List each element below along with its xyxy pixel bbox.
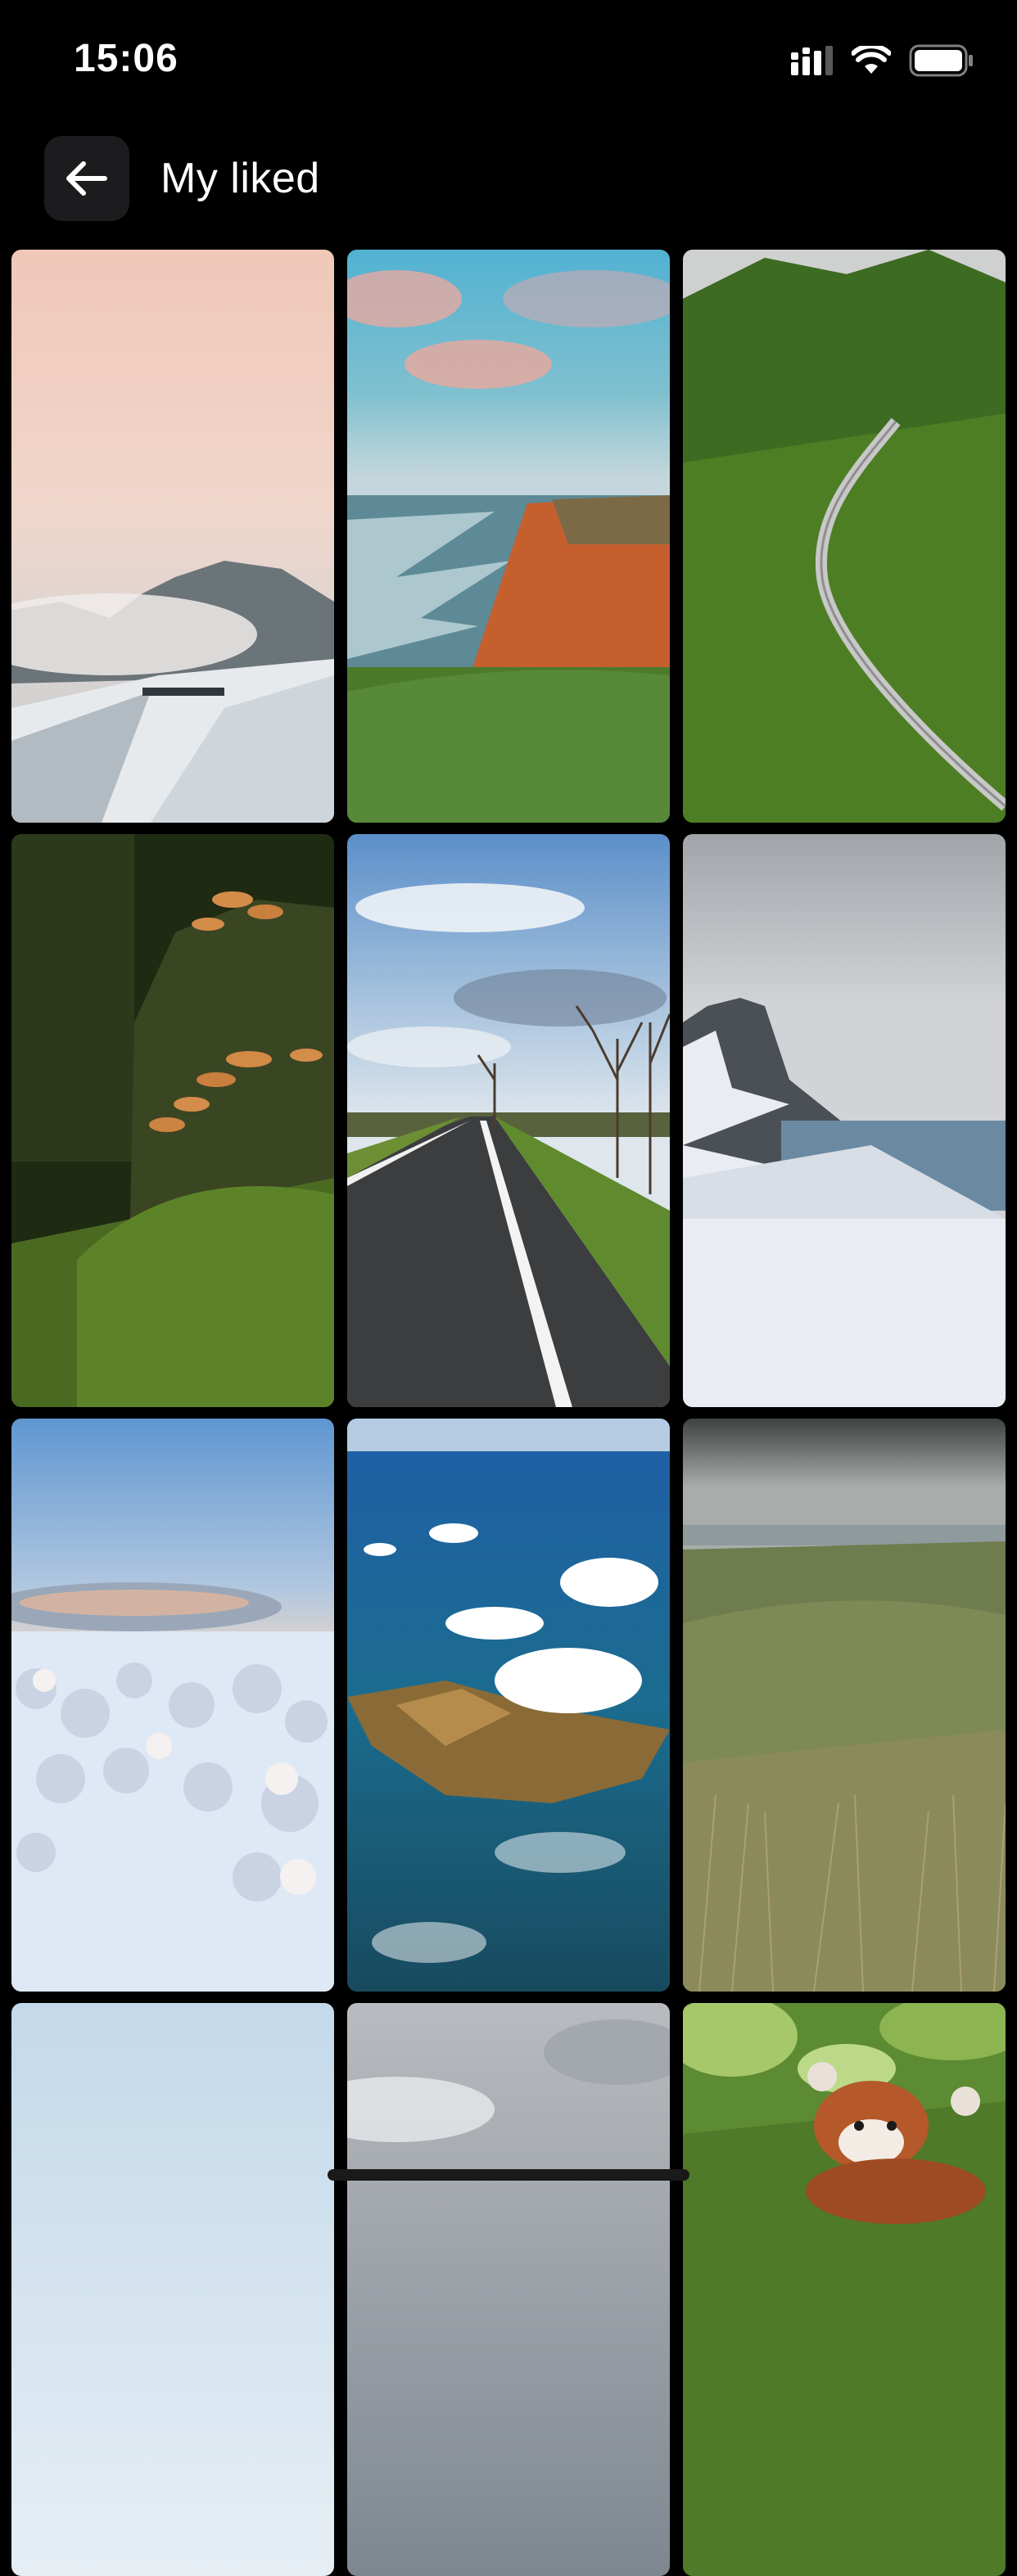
status-icons [791,43,974,79]
wallpaper-tile-pale-sky[interactable] [11,2003,334,2576]
signal-icon [791,46,833,75]
wallpaper-tile-grassy-dunes[interactable] [683,1419,1006,1992]
wallpaper-tile-country-road-trees[interactable] [347,834,670,1407]
wallpaper-tile-coastal-cliff-beach[interactable] [347,250,670,823]
wifi-icon [852,46,891,74]
back-button[interactable] [44,136,129,221]
wallpaper-tile-aerial-island-clouds[interactable] [347,1419,670,1992]
wallpaper-tile-snowy-mountain-sunrise[interactable] [11,250,334,823]
wallpaper-tile-grey-clouds[interactable] [347,2003,670,2576]
arrow-left-icon [66,161,107,196]
wallpaper-tile-snowy-peak-seaside[interactable] [683,834,1006,1407]
battery-icon [909,44,973,77]
wallpaper-tile-frosted-winter-forest[interactable] [11,1419,334,1992]
wallpaper-tile-forest-mushrooms[interactable] [11,834,334,1407]
status-bar: 15:06 [0,0,1017,123]
wallpaper-grid [11,250,1006,2576]
status-time: 15:06 [74,37,179,80]
home-indicator [328,2169,689,2181]
page-title: My liked [160,155,320,202]
header: My liked [0,131,1017,229]
wallpaper-tile-green-mountain-highway[interactable] [683,250,1006,823]
wallpaper-tile-red-panda[interactable] [683,2003,1006,2576]
